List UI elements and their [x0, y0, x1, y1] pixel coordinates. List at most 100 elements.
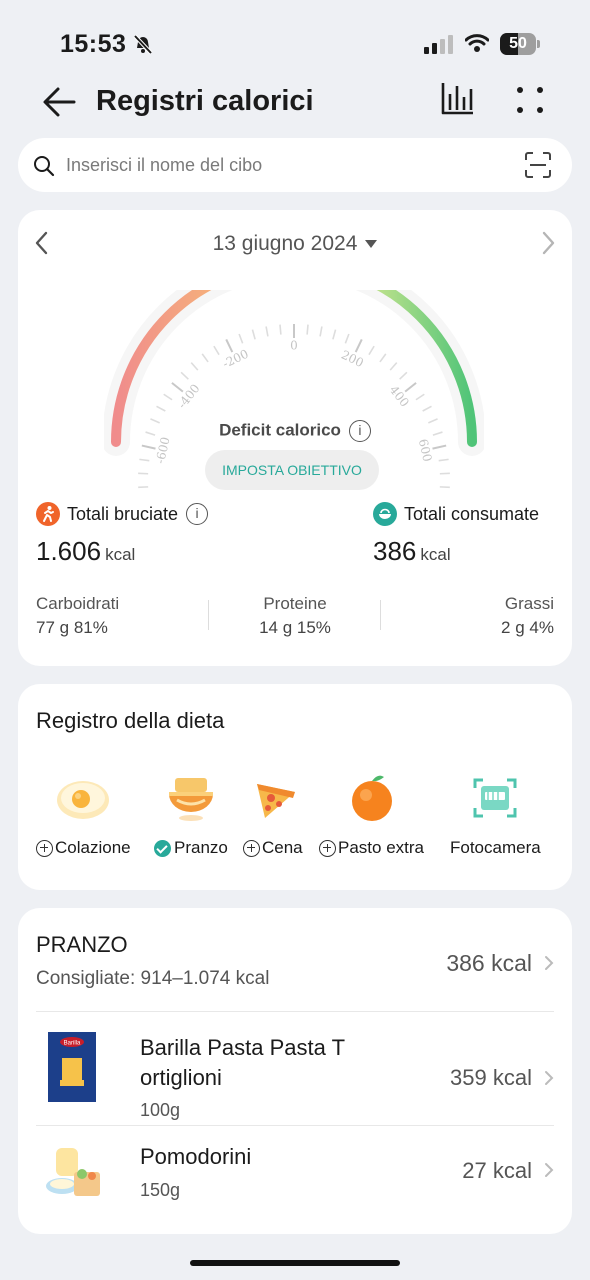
gauge-tick-label: -200 [220, 347, 250, 371]
food-name: Pomodorini [140, 1144, 252, 1169]
food-item[interactable]: Pomodorini 150g 27 kcal [18, 1126, 572, 1226]
burned-unit: kcal [105, 545, 136, 564]
egg-icon [53, 768, 113, 828]
pizza-icon [243, 768, 303, 828]
more-options-icon[interactable] [514, 82, 546, 118]
consumed-unit: kcal [420, 545, 451, 564]
meal-label: Pasto extra [338, 838, 424, 857]
gauge-tick [422, 405, 432, 412]
search-input[interactable] [66, 146, 506, 184]
burned-value: 1.606 [36, 536, 102, 566]
orange-icon [342, 768, 402, 828]
gauge-tick [251, 329, 256, 340]
burned-stat: Totali bruciate i 1.606 kcal [36, 502, 209, 567]
consumed-label: Totali consumate [404, 503, 540, 524]
barcode-scan-icon[interactable] [525, 152, 551, 178]
bowl-icon [373, 502, 397, 526]
meal-dinner[interactable]: Cena [243, 768, 303, 858]
camera-scan-icon [465, 768, 525, 828]
consumed-stat: Totali consumate 386 kcal [373, 502, 539, 567]
info-icon[interactable]: i [186, 503, 209, 525]
gauge-tick [306, 324, 309, 335]
food-kcal: 27 kcal [462, 1158, 532, 1183]
status-time: 15:53 [60, 30, 127, 58]
macro-protein-pct: 15% [296, 618, 331, 637]
macro-fat-name: Grassi [504, 594, 554, 613]
meal-label: Fotocamera [450, 838, 541, 857]
meal-lunch[interactable]: Pranzo [154, 768, 228, 858]
gauge-tick [201, 353, 209, 363]
dropdown-caret-icon [365, 240, 378, 249]
check-circle-icon [154, 839, 171, 857]
gauge-tick [415, 393, 425, 401]
food-quantity: 150g [140, 1180, 181, 1200]
add-circle-icon [243, 839, 260, 857]
back-arrow-icon[interactable] [40, 82, 80, 122]
running-icon [36, 502, 60, 526]
gauge-tick [319, 326, 323, 337]
wifi-icon [465, 34, 489, 52]
gauge-tick [279, 324, 282, 335]
divider [380, 600, 381, 630]
deficit-label-row: Deficit calorico i [18, 420, 572, 442]
gauge-tick-label: 400 [387, 383, 412, 410]
meal-label: Pranzo [174, 838, 228, 857]
gauge-tick [432, 444, 447, 450]
meal-camera[interactable]: Fotocamera [450, 768, 541, 858]
chevron-right-icon [545, 1163, 554, 1177]
date-label: 13 giugno 2024 [212, 232, 358, 255]
gauge-tick-label: 0 [290, 339, 298, 353]
gauge-tick [139, 458, 150, 462]
gauge-tick [171, 382, 184, 393]
macro-fat-pct: 4% [529, 618, 554, 637]
gauge-tick [180, 371, 189, 380]
lunch-log-card: PRANZO Consigliate: 914–1.074 kcal 386 k… [18, 908, 572, 1234]
meal-breakfast[interactable]: Colazione [36, 768, 131, 858]
battery-icon: 50 [500, 33, 540, 55]
gauge-tick [225, 339, 234, 353]
next-day-chevron-icon[interactable] [538, 230, 558, 256]
gauge-tick [238, 333, 244, 344]
macronutrient-row: Carboidrati 77 g 81% Proteine 14 g 15% G… [18, 594, 572, 644]
gauge-tick [190, 362, 199, 371]
gauge-tick [156, 405, 166, 412]
diet-register-card: Registro della dieta Colazione Pranzo Ce… [18, 684, 572, 890]
meal-snack[interactable]: Pasto extra [319, 768, 424, 858]
search-icon [34, 156, 55, 177]
macro-fat-grams: 2 g [501, 618, 525, 637]
battery-level: 50 [509, 35, 527, 52]
add-circle-icon [319, 839, 336, 857]
gauge-tick [379, 353, 387, 363]
diet-title: Registro della dieta [36, 708, 225, 733]
macro-fat: Grassi 2 g 4% [501, 594, 554, 638]
lunch-total-kcal: 386 kcal [446, 950, 532, 976]
calorie-summary-card: 13 giugno 2024 -800-600-400-200020040060… [18, 210, 572, 666]
gauge-tick [368, 345, 375, 356]
set-goal-button[interactable]: IMPOSTA OBIETTIVO [205, 450, 379, 490]
lunch-title: PRANZO [36, 932, 128, 957]
gauge-tick [163, 393, 173, 401]
food-name: Barilla Pasta Pasta T ortiglioni [140, 1035, 345, 1090]
consumed-value: 386 [373, 536, 417, 566]
gauge-tick [404, 382, 417, 393]
macro-protein: Proteine 14 g 15% [18, 594, 572, 638]
gauge-tick-label: 200 [339, 348, 366, 371]
gauge-tick [213, 345, 220, 356]
gauge-tick [141, 444, 156, 450]
meal-label: Cena [262, 838, 303, 857]
food-plate-image [42, 1142, 104, 1212]
food-item[interactable]: Barilla Barilla Pasta Pasta T ortiglioni… [18, 1012, 572, 1124]
home-indicator[interactable] [190, 1260, 400, 1266]
gauge-tick [265, 326, 269, 337]
food-search-bar[interactable] [18, 138, 572, 192]
macro-protein-name: Proteine [263, 594, 327, 613]
info-icon[interactable]: i [348, 420, 371, 442]
bowl-icon [161, 768, 221, 828]
gauge-tick [389, 362, 398, 371]
meal-label: Colazione [55, 838, 131, 857]
chevron-right-icon [545, 1071, 554, 1085]
bar-chart-icon[interactable] [440, 80, 476, 116]
date-selector[interactable]: 13 giugno 2024 [18, 232, 572, 256]
burned-label: Totali bruciate [67, 503, 179, 524]
gauge-tick [438, 458, 449, 462]
